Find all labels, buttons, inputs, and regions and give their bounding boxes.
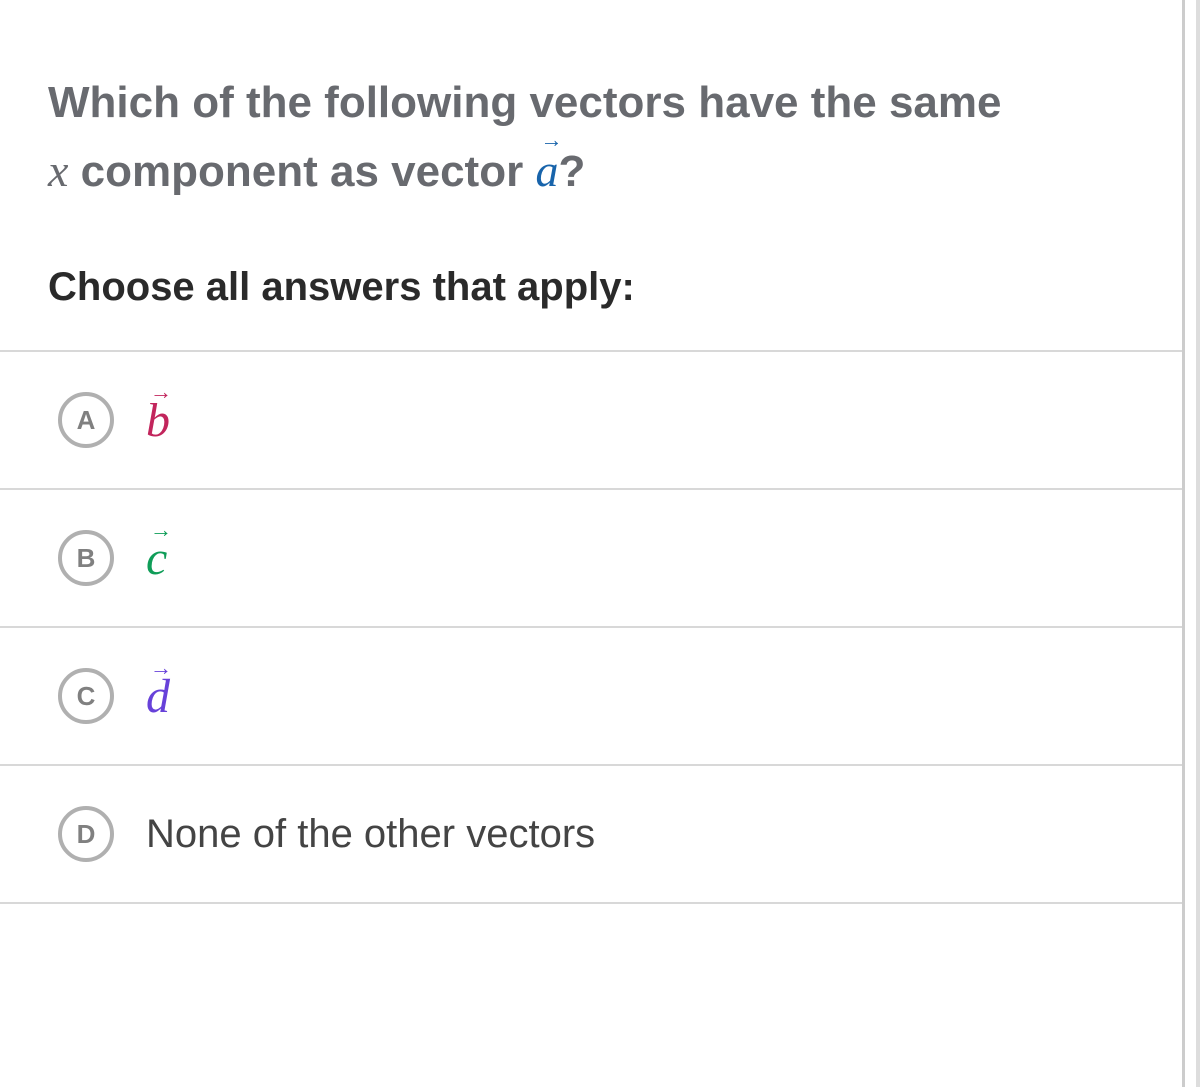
option-a-label: → b bbox=[146, 393, 170, 448]
choice-badge-c: C bbox=[58, 668, 114, 724]
vector-a: →a bbox=[535, 136, 558, 205]
question-line2-mid: component as vector bbox=[68, 147, 535, 196]
content-area: Which of the following vectors have the … bbox=[0, 0, 1185, 1087]
option-c-label: → d bbox=[146, 669, 170, 724]
option-b[interactable]: B → c bbox=[0, 488, 1182, 626]
scrollbar-track[interactable] bbox=[1196, 0, 1200, 1087]
question-line1: Which of the following vectors have the … bbox=[48, 78, 1002, 127]
question-suffix: ? bbox=[558, 147, 585, 196]
options-list: A → b B → c C → d bbox=[0, 350, 1182, 904]
option-c[interactable]: C → d bbox=[0, 626, 1182, 764]
option-d-label: None of the other vectors bbox=[146, 812, 595, 857]
vector-arrow-icon: → bbox=[540, 123, 562, 156]
vector-arrow-icon: → bbox=[150, 379, 172, 405]
vector-arrow-icon: → bbox=[150, 517, 172, 543]
x-variable: x bbox=[48, 145, 68, 196]
option-a[interactable]: A → b bbox=[0, 350, 1182, 488]
question-text: Which of the following vectors have the … bbox=[0, 0, 1182, 205]
option-b-label: → c bbox=[146, 531, 167, 586]
quiz-frame: Which of the following vectors have the … bbox=[0, 0, 1200, 1087]
choice-badge-d: D bbox=[58, 806, 114, 862]
choice-badge-a: A bbox=[58, 392, 114, 448]
vector-arrow-icon: → bbox=[150, 655, 172, 681]
choice-badge-b: B bbox=[58, 530, 114, 586]
instruction-text: Choose all answers that apply: bbox=[0, 205, 1182, 350]
option-d[interactable]: D None of the other vectors bbox=[0, 764, 1182, 904]
